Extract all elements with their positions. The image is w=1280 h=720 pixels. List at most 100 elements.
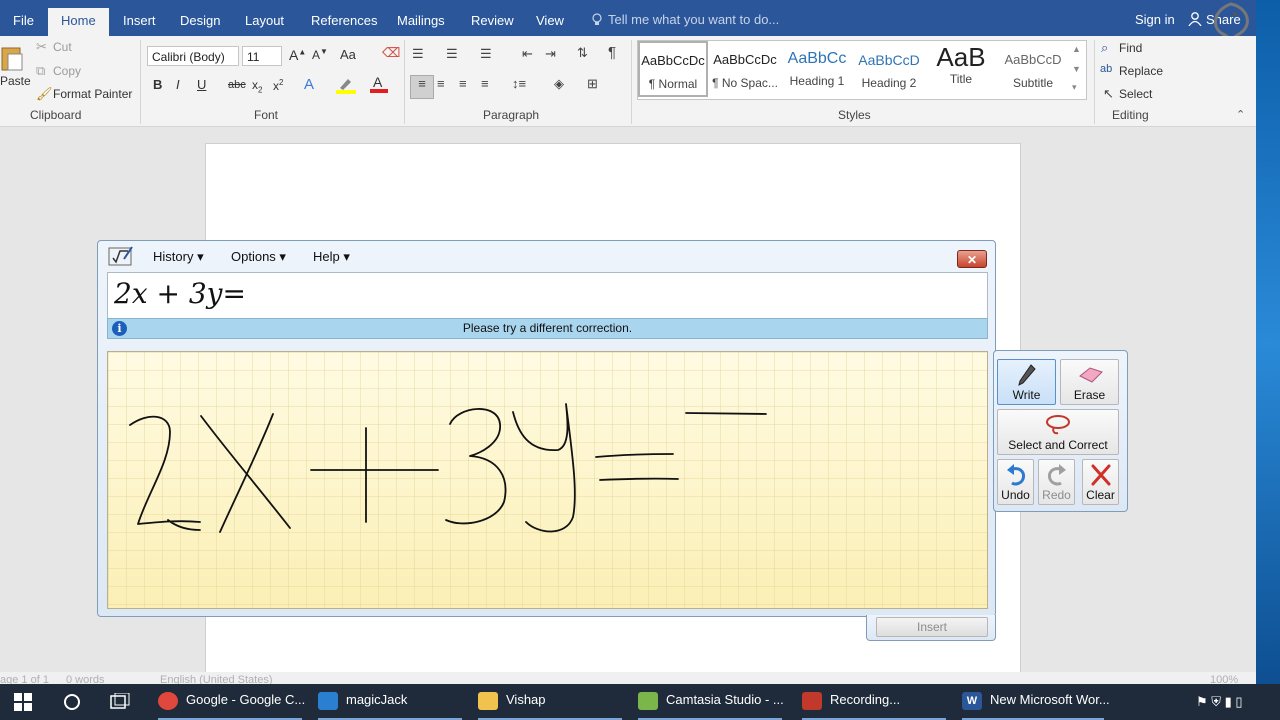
strikethrough-button[interactable]: abc — [228, 79, 246, 91]
lasso-icon — [1046, 415, 1070, 435]
system-tray-icons[interactable]: ⚑ ⛨ ▮ ▯ — [1196, 694, 1243, 710]
scissors-icon: ✂ — [36, 39, 47, 54]
paragraph-group-label: Paragraph — [483, 108, 540, 122]
insert-button[interactable]: Insert — [876, 617, 988, 637]
tab-view[interactable]: View — [523, 10, 577, 36]
styles-scroll-down-icon[interactable]: ▼ — [1072, 64, 1081, 74]
decrease-indent-icon[interactable]: ⇤ — [522, 46, 533, 62]
change-case-button[interactable]: Aa — [340, 47, 356, 62]
numbering-icon[interactable]: ☰ — [446, 46, 458, 62]
style-name: Heading 2 — [861, 76, 917, 90]
bullets-icon[interactable]: ☰ — [412, 46, 424, 62]
word-icon: W — [962, 692, 982, 710]
multilevel-list-icon[interactable]: ☰ — [480, 46, 492, 62]
shrink-font-button[interactable]: A▼ — [312, 47, 328, 62]
clear-formatting-icon[interactable]: ⌫ — [382, 45, 400, 61]
task-view-icon[interactable] — [109, 692, 131, 714]
align-left-icon[interactable]: ≡ — [410, 75, 434, 99]
taskbar-item-vishap[interactable]: Vishap — [474, 684, 626, 720]
clipboard-group-label: Clipboard — [30, 108, 82, 122]
style-heading-1[interactable]: AaBbCc Heading 1 — [782, 42, 852, 94]
help-menu[interactable]: Help ▾ — [313, 249, 350, 265]
select-button[interactable]: Select — [1119, 87, 1152, 101]
cortana-icon[interactable] — [62, 692, 82, 715]
bold-button[interactable]: B — [153, 77, 162, 92]
clear-x-icon — [1091, 464, 1110, 486]
align-center-icon[interactable]: ≡ — [437, 76, 445, 91]
select-and-correct-button[interactable]: Select and Correct — [997, 409, 1119, 455]
line-spacing-icon[interactable]: ↕≡ — [512, 76, 526, 91]
styles-more-icon[interactable]: ▾ — [1072, 82, 1077, 93]
copy-button[interactable]: Copy — [53, 64, 81, 78]
italic-button[interactable]: I — [176, 77, 180, 92]
desktop-background — [1256, 0, 1280, 688]
paste-icon — [0, 44, 24, 75]
sign-in-link[interactable]: Sign in — [1135, 12, 1175, 27]
tab-review[interactable]: Review — [458, 10, 527, 36]
justify-icon[interactable]: ≡ — [481, 76, 489, 91]
tab-insert[interactable]: Insert — [110, 10, 169, 36]
math-input-panel: History ▾ Options ▾ Help ▾ ✕ 2x + 3y= i … — [97, 240, 996, 617]
style-no-spacing[interactable]: AaBbCcDc ¶ No Spac... — [710, 42, 780, 94]
taskbar-item-recording[interactable]: Recording... — [798, 684, 950, 720]
taskbar-item-word[interactable]: W New Microsoft Wor... — [958, 684, 1110, 720]
tab-references[interactable]: References — [298, 10, 390, 36]
taskbar: Google - Google C... magicJack Vishap Ca… — [0, 684, 1280, 720]
undo-label: Undo — [1001, 488, 1030, 502]
cut-button[interactable]: Cut — [53, 40, 72, 54]
highlight-button[interactable] — [336, 76, 356, 97]
format-painter-icon: 🖌 — [36, 86, 53, 101]
tab-design[interactable]: Design — [167, 10, 233, 36]
tab-mailings[interactable]: Mailings — [384, 10, 458, 36]
font-color-button[interactable]: A — [370, 74, 388, 97]
clear-button[interactable]: Clear — [1082, 459, 1119, 505]
replace-button[interactable]: Replace — [1119, 64, 1163, 78]
style-heading-2[interactable]: AaBbCcD Heading 2 — [854, 42, 924, 94]
options-menu[interactable]: Options ▾ — [231, 249, 286, 265]
increase-indent-icon[interactable]: ⇥ — [545, 46, 556, 62]
tab-layout[interactable]: Layout — [232, 10, 297, 36]
tool-palette: Write Erase Select and Correct Undo Redo… — [993, 350, 1128, 512]
underline-button[interactable]: U — [197, 77, 206, 92]
tab-home[interactable]: Home — [48, 8, 109, 36]
taskbar-item-chrome[interactable]: Google - Google C... — [154, 684, 306, 720]
subscript-button[interactable]: x2 — [252, 78, 262, 94]
find-button[interactable]: Find — [1119, 41, 1142, 55]
superscript-button[interactable]: x2 — [273, 78, 283, 93]
info-bar: i Please try a different correction. — [107, 318, 988, 339]
erase-button[interactable]: Erase — [1060, 359, 1119, 405]
sort-icon[interactable]: ⇅ — [577, 45, 588, 61]
style-title[interactable]: AaB Title — [926, 42, 996, 94]
font-size-dropdown[interactable]: 11 — [242, 46, 282, 66]
font-name-dropdown[interactable]: Calibri (Body) — [147, 46, 239, 66]
undo-button[interactable]: Undo — [997, 459, 1034, 505]
collapse-ribbon-icon[interactable]: ⌃ — [1236, 108, 1245, 121]
divider — [404, 40, 405, 124]
chrome-icon — [158, 692, 178, 710]
tell-me-box[interactable]: Tell me what you want to do... — [608, 12, 779, 27]
tab-file[interactable]: File — [0, 10, 47, 36]
font-group-label: Font — [254, 108, 279, 122]
history-menu[interactable]: History ▾ — [153, 249, 204, 265]
writing-canvas[interactable] — [107, 351, 988, 609]
close-button[interactable]: ✕ — [957, 250, 987, 268]
grow-font-button[interactable]: A▲ — [289, 47, 306, 63]
style-normal[interactable]: AaBbCcDc ¶ Normal — [638, 41, 708, 97]
taskbar-item-camtasia[interactable]: Camtasia Studio - ... — [634, 684, 786, 720]
style-preview: AaBbCcDc — [641, 53, 705, 68]
format-painter-button[interactable]: Format Painter — [53, 87, 132, 101]
borders-icon[interactable]: ⊞ — [587, 76, 598, 92]
style-subtitle[interactable]: AaBbCcD Subtitle — [998, 42, 1068, 94]
shading-icon[interactable]: ◈ — [554, 76, 564, 92]
windows-start-icon[interactable] — [14, 693, 32, 714]
write-button[interactable]: Write — [997, 359, 1056, 405]
align-right-icon[interactable]: ≡ — [459, 76, 467, 91]
math-preview-box[interactable]: 2x + 3y= — [107, 272, 988, 319]
redo-button[interactable]: Redo — [1038, 459, 1075, 505]
pilcrow-icon[interactable]: ¶ — [608, 44, 616, 61]
styles-scroll-up-icon[interactable]: ▲ — [1072, 44, 1081, 54]
style-name: Title — [949, 72, 973, 86]
text-effects-button[interactable]: A — [304, 76, 314, 93]
paste-button[interactable]: Paste — [0, 74, 31, 88]
taskbar-item-magicjack[interactable]: magicJack — [314, 684, 466, 720]
